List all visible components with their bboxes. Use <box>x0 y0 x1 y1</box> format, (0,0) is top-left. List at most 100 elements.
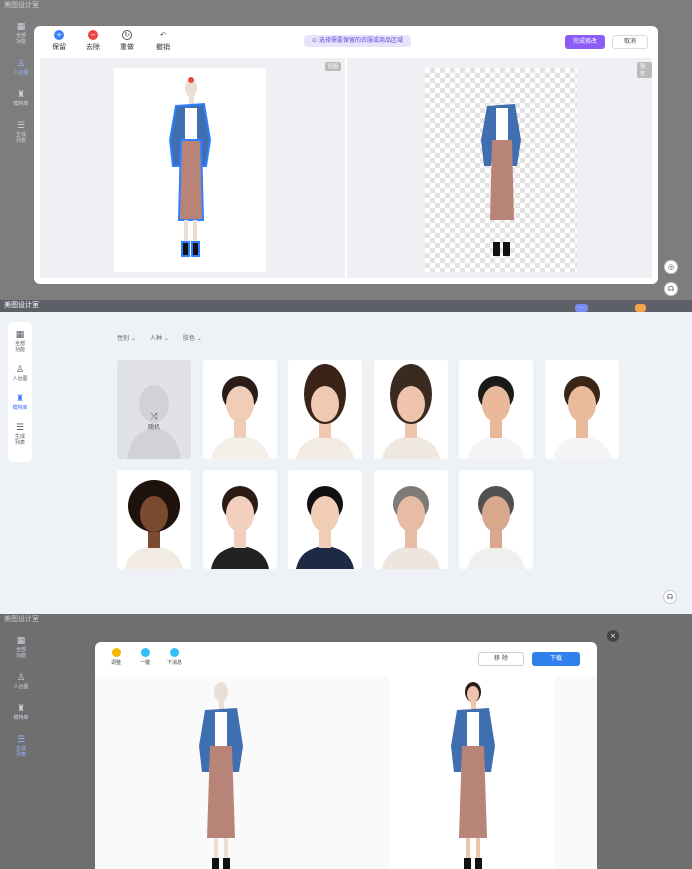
top-bar: 美图设计室 ··· ·· <box>0 300 692 312</box>
model-card-man-short-hair[interactable] <box>459 360 533 459</box>
model-card-woman-long-straight[interactable] <box>373 360 448 459</box>
keep-tool[interactable]: + 保留 <box>52 30 66 52</box>
model-portrait-image <box>381 486 440 569</box>
list-icon: ☰ <box>16 121 26 131</box>
person-icon: ♜ <box>16 90 26 100</box>
done-button[interactable]: 完成修改 <box>565 35 605 49</box>
magic-icon <box>140 648 150 657</box>
model-portrait-image <box>467 376 525 459</box>
headset-icon[interactable]: ☊ <box>663 590 677 604</box>
remove-button[interactable]: 移 除 <box>478 652 524 666</box>
app-name: 美图设计室 <box>4 1 39 9</box>
sidebar-item-all[interactable]: ▦ 全部 功能 <box>16 636 26 659</box>
top-bar: 美图设计室 <box>0 0 692 12</box>
result-panel: 美图设计室 ▦ 全部 功能 ♙ 人台图 ♜ 模特库 ☰ 生成 列表 × 调整 一键 下消… <box>0 614 692 869</box>
remove-tool[interactable]: − 去除 <box>86 30 100 52</box>
mannequin-icon: ♙ <box>16 59 26 69</box>
sidebar-item-mannequin[interactable]: ♙ 人台图 <box>13 59 28 76</box>
redo-icon: ↻ <box>122 30 132 40</box>
model-card-older-woman[interactable] <box>373 470 448 569</box>
random-model-card[interactable]: ⤨ 随机 <box>117 360 191 459</box>
sidebar-item-models[interactable]: ♜ 模特库 <box>13 704 28 721</box>
grid-icon: ▦ <box>16 636 26 646</box>
selection-hint: ⊙ 选择需要保留的衣服或商品区域 <box>304 35 411 47</box>
original-photo <box>114 68 266 272</box>
upgrade-badge[interactable]: ··· <box>575 304 588 312</box>
sidebar-item-list[interactable]: ☰ 生成 列表 <box>15 423 25 446</box>
model-card-girl-bob[interactable] <box>202 470 277 569</box>
message-tool[interactable]: 下消息 <box>167 648 182 666</box>
oneclick-tool[interactable]: 一键 <box>140 648 150 666</box>
chevron-down-icon: ⌄ <box>163 335 169 342</box>
sidebar-item-all[interactable]: ▦ 全部 功能 <box>15 330 25 353</box>
target-icon[interactable]: ◎ <box>664 260 678 274</box>
app-name: 美图设计室 <box>4 615 39 623</box>
model-card-woman-short-hair[interactable] <box>202 360 277 459</box>
mannequin-icon: ♙ <box>16 673 26 683</box>
filter-ethnicity[interactable]: 人种 ⌄ <box>150 333 169 342</box>
model-card-boy-suit[interactable] <box>288 470 362 569</box>
model-portrait-image <box>552 376 611 459</box>
headset-icon[interactable]: ☊ <box>664 282 678 296</box>
sidebar-item-list[interactable]: ☰ 生成 列表 <box>16 121 26 144</box>
mannequin-icon: ♙ <box>15 365 25 375</box>
list-icon: ☰ <box>15 423 25 433</box>
undo-icon: ↶ <box>160 31 166 39</box>
sidebar-item-models[interactable]: ♜ 模特库 <box>13 90 28 107</box>
cancel-button[interactable]: 取消 <box>612 35 648 49</box>
model-card-older-man[interactable] <box>459 470 533 569</box>
app-name: 美图设计室 <box>4 301 39 309</box>
sidebar-item-all[interactable]: ▦ 全部 功能 <box>16 22 26 45</box>
model-result-photo <box>389 676 555 869</box>
filter-bar: 性别 ⌄ 人种 ⌄ 肤色 ⌄ <box>117 333 202 342</box>
original-canvas[interactable]: 原图 <box>40 58 345 278</box>
chevron-down-icon: ⌄ <box>130 335 136 342</box>
person-icon: ♜ <box>15 394 25 404</box>
generated-model-image <box>451 682 495 869</box>
filter-gender[interactable]: 性别 ⌄ <box>117 333 136 342</box>
minus-icon: − <box>88 30 98 40</box>
sidebar-item-models[interactable]: ♜ 模特库 <box>12 394 27 411</box>
sidebar-item-list[interactable]: ☰ 生成 列表 <box>16 735 26 758</box>
cutout-outfit-image <box>481 104 521 256</box>
sidebar-item-mannequin[interactable]: ♙ 人台图 <box>13 673 28 690</box>
model-library-panel: 美图设计室 ··· ·· ▦ 全部 功能 ♙ 人台图 ♜ 模特库 ☰ 生成 列表 性别 … <box>0 300 692 614</box>
top-bar: 美图设计室 <box>0 614 692 626</box>
model-portrait-image <box>125 480 183 569</box>
message-icon <box>170 648 179 657</box>
mannequin-image <box>199 682 243 869</box>
redo-tool[interactable]: ↻ 重做 <box>120 30 134 52</box>
sidebar: ▦ 全部 功能 ♙ 人台图 ♜ 模特库 ☰ 生成 列表 <box>6 636 36 758</box>
mannequin-result-image <box>191 680 251 869</box>
preview-photo <box>425 68 577 272</box>
preview-tag: 预览 <box>637 62 652 78</box>
pin-icon: ⊙ <box>312 37 318 44</box>
person-icon: ♜ <box>16 704 26 714</box>
sidebar-item-mannequin[interactable]: ♙ 人台图 <box>12 365 27 382</box>
original-tag: 原图 <box>325 62 342 71</box>
model-portrait-image <box>210 376 269 459</box>
result-canvas <box>95 676 597 869</box>
undo-tool[interactable]: ↶ 撤销 <box>156 30 170 52</box>
filter-skin[interactable]: 肤色 ⌄ <box>183 333 202 342</box>
sidebar: ▦ 全部 功能 ♙ 人台图 ♜ 模特库 ☰ 生成 列表 <box>8 322 32 462</box>
model-portrait-image <box>210 486 269 569</box>
adjust-tool[interactable]: 调整 <box>111 648 121 666</box>
edit-modal: + 保留 − 去除 ↻ 重做 ↶ 撤销 ⊙ 选择需要保留的衣服或商品区域 完成修… <box>34 26 658 284</box>
model-portrait-image <box>296 486 354 569</box>
vip-badge[interactable]: ·· <box>635 304 647 312</box>
close-icon[interactable]: × <box>607 630 619 642</box>
model-card-man-wavy-hair[interactable] <box>544 360 619 459</box>
model-card-woman-long-wavy[interactable] <box>288 360 362 459</box>
download-button[interactable]: 下载 <box>532 652 580 666</box>
shuffle-icon: ⤨ <box>150 412 158 422</box>
random-label: 随机 <box>147 424 160 431</box>
result-modal: 调整 一键 下消息 移 除 下载 <box>95 642 597 869</box>
model-card-woman-afro[interactable] <box>117 470 191 569</box>
edit-toolbar: + 保留 − 去除 ↻ 重做 ↶ 撤销 ⊙ 选择需要保留的衣服或商品区域 完成修… <box>34 26 658 56</box>
editor-panel: 美图设计室 ▦ 全部 功能 ♙ 人台图 ♜ 模特库 ☰ 生成 列表 + 保留 − 去除 … <box>0 0 692 300</box>
model-portrait-image <box>467 486 525 569</box>
model-portrait-image <box>381 364 440 459</box>
grid-icon: ▦ <box>16 22 26 32</box>
list-icon: ☰ <box>16 735 26 745</box>
